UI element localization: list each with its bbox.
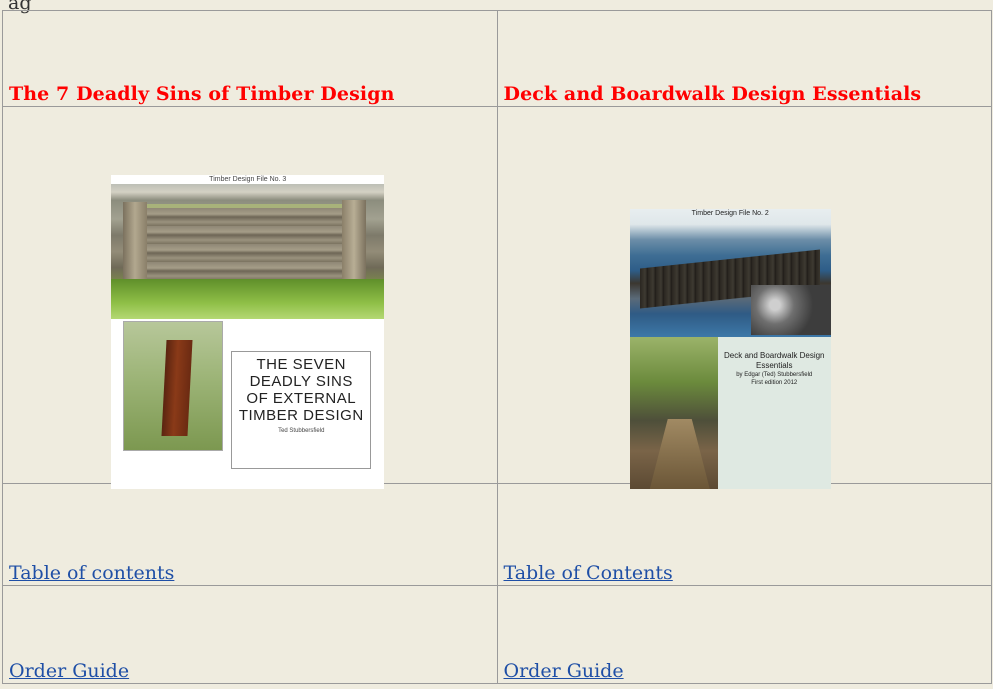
title-row: The 7 Deadly Sins of Timber Design Deck … xyxy=(2,10,992,107)
grass-graphic xyxy=(111,279,385,319)
cover-photo-retaining-wall xyxy=(111,184,385,319)
rocks-graphic xyxy=(750,285,831,335)
books-table: The 7 Deadly Sins of Timber Design Deck … xyxy=(2,10,992,684)
cover-image-deck-boardwalk[interactable]: Timber Design File No. 2 Deck and Boardw… xyxy=(629,209,831,489)
cover-inset-photo-stake xyxy=(123,321,224,451)
order-guide-link-7-deadly-sins[interactable]: Order Guide xyxy=(9,660,129,682)
cover-cell: Timber Design File No. 2 Deck and Boardw… xyxy=(496,106,992,489)
cover-title-box: THE SEVEN DEADLY SINS OF EXTERNAL TIMBER… xyxy=(231,351,372,469)
cover-author: by Edgar (Ted) Stubbersfield xyxy=(736,372,813,378)
order-guide-link-deck-boardwalk[interactable]: Order Guide xyxy=(504,660,624,682)
cover-title-box: Deck and Boardwalk Design Essentials by … xyxy=(722,351,827,387)
order-row: Order Guide Order Guide xyxy=(2,585,992,684)
book-title-cell: The 7 Deadly Sins of Timber Design xyxy=(2,10,498,107)
toc-cell: Table of Contents xyxy=(496,483,992,586)
timber-wall-graphic xyxy=(129,204,363,280)
book-title-cell: Deck and Boardwalk Design Essentials xyxy=(496,10,992,107)
cover-photo-boardwalk-water xyxy=(629,209,831,337)
order-cell: Order Guide xyxy=(2,585,498,684)
walkway-graphic xyxy=(649,419,710,489)
rusty-stake-graphic xyxy=(161,340,193,436)
cover-title-text: Deck and Boardwalk Design Essentials xyxy=(724,351,825,370)
toc-link-deck-boardwalk[interactable]: Table of Contents xyxy=(504,562,673,584)
order-cell: Order Guide xyxy=(496,585,992,684)
book-title-7-deadly-sins: The 7 Deadly Sins of Timber Design xyxy=(9,83,395,105)
cover-image-7-deadly-sins[interactable]: Timber Design File No. 3 THE SEVEN DEADL… xyxy=(111,175,385,489)
cover-series-line: Timber Design File No. 2 xyxy=(691,210,769,217)
cover-series-line: Timber Design File No. 3 xyxy=(209,176,287,183)
cover-author: Ted Stubbersfield xyxy=(278,428,325,434)
toc-row: Table of contents Table of Contents xyxy=(2,483,992,586)
toc-cell: Table of contents xyxy=(2,483,498,586)
cover-inset-photo-walkway xyxy=(629,337,718,489)
cover-cell: Timber Design File No. 3 THE SEVEN DEADL… xyxy=(2,106,498,489)
cover-edition: First edition 2012 xyxy=(751,380,798,386)
cover-row: Timber Design File No. 3 THE SEVEN DEADL… xyxy=(2,106,992,489)
cover-title-text: THE SEVEN DEADLY SINS OF EXTERNAL TIMBER… xyxy=(238,356,364,424)
toc-link-7-deadly-sins[interactable]: Table of contents xyxy=(9,562,174,584)
book-title-deck-boardwalk: Deck and Boardwalk Design Essentials xyxy=(503,83,922,105)
